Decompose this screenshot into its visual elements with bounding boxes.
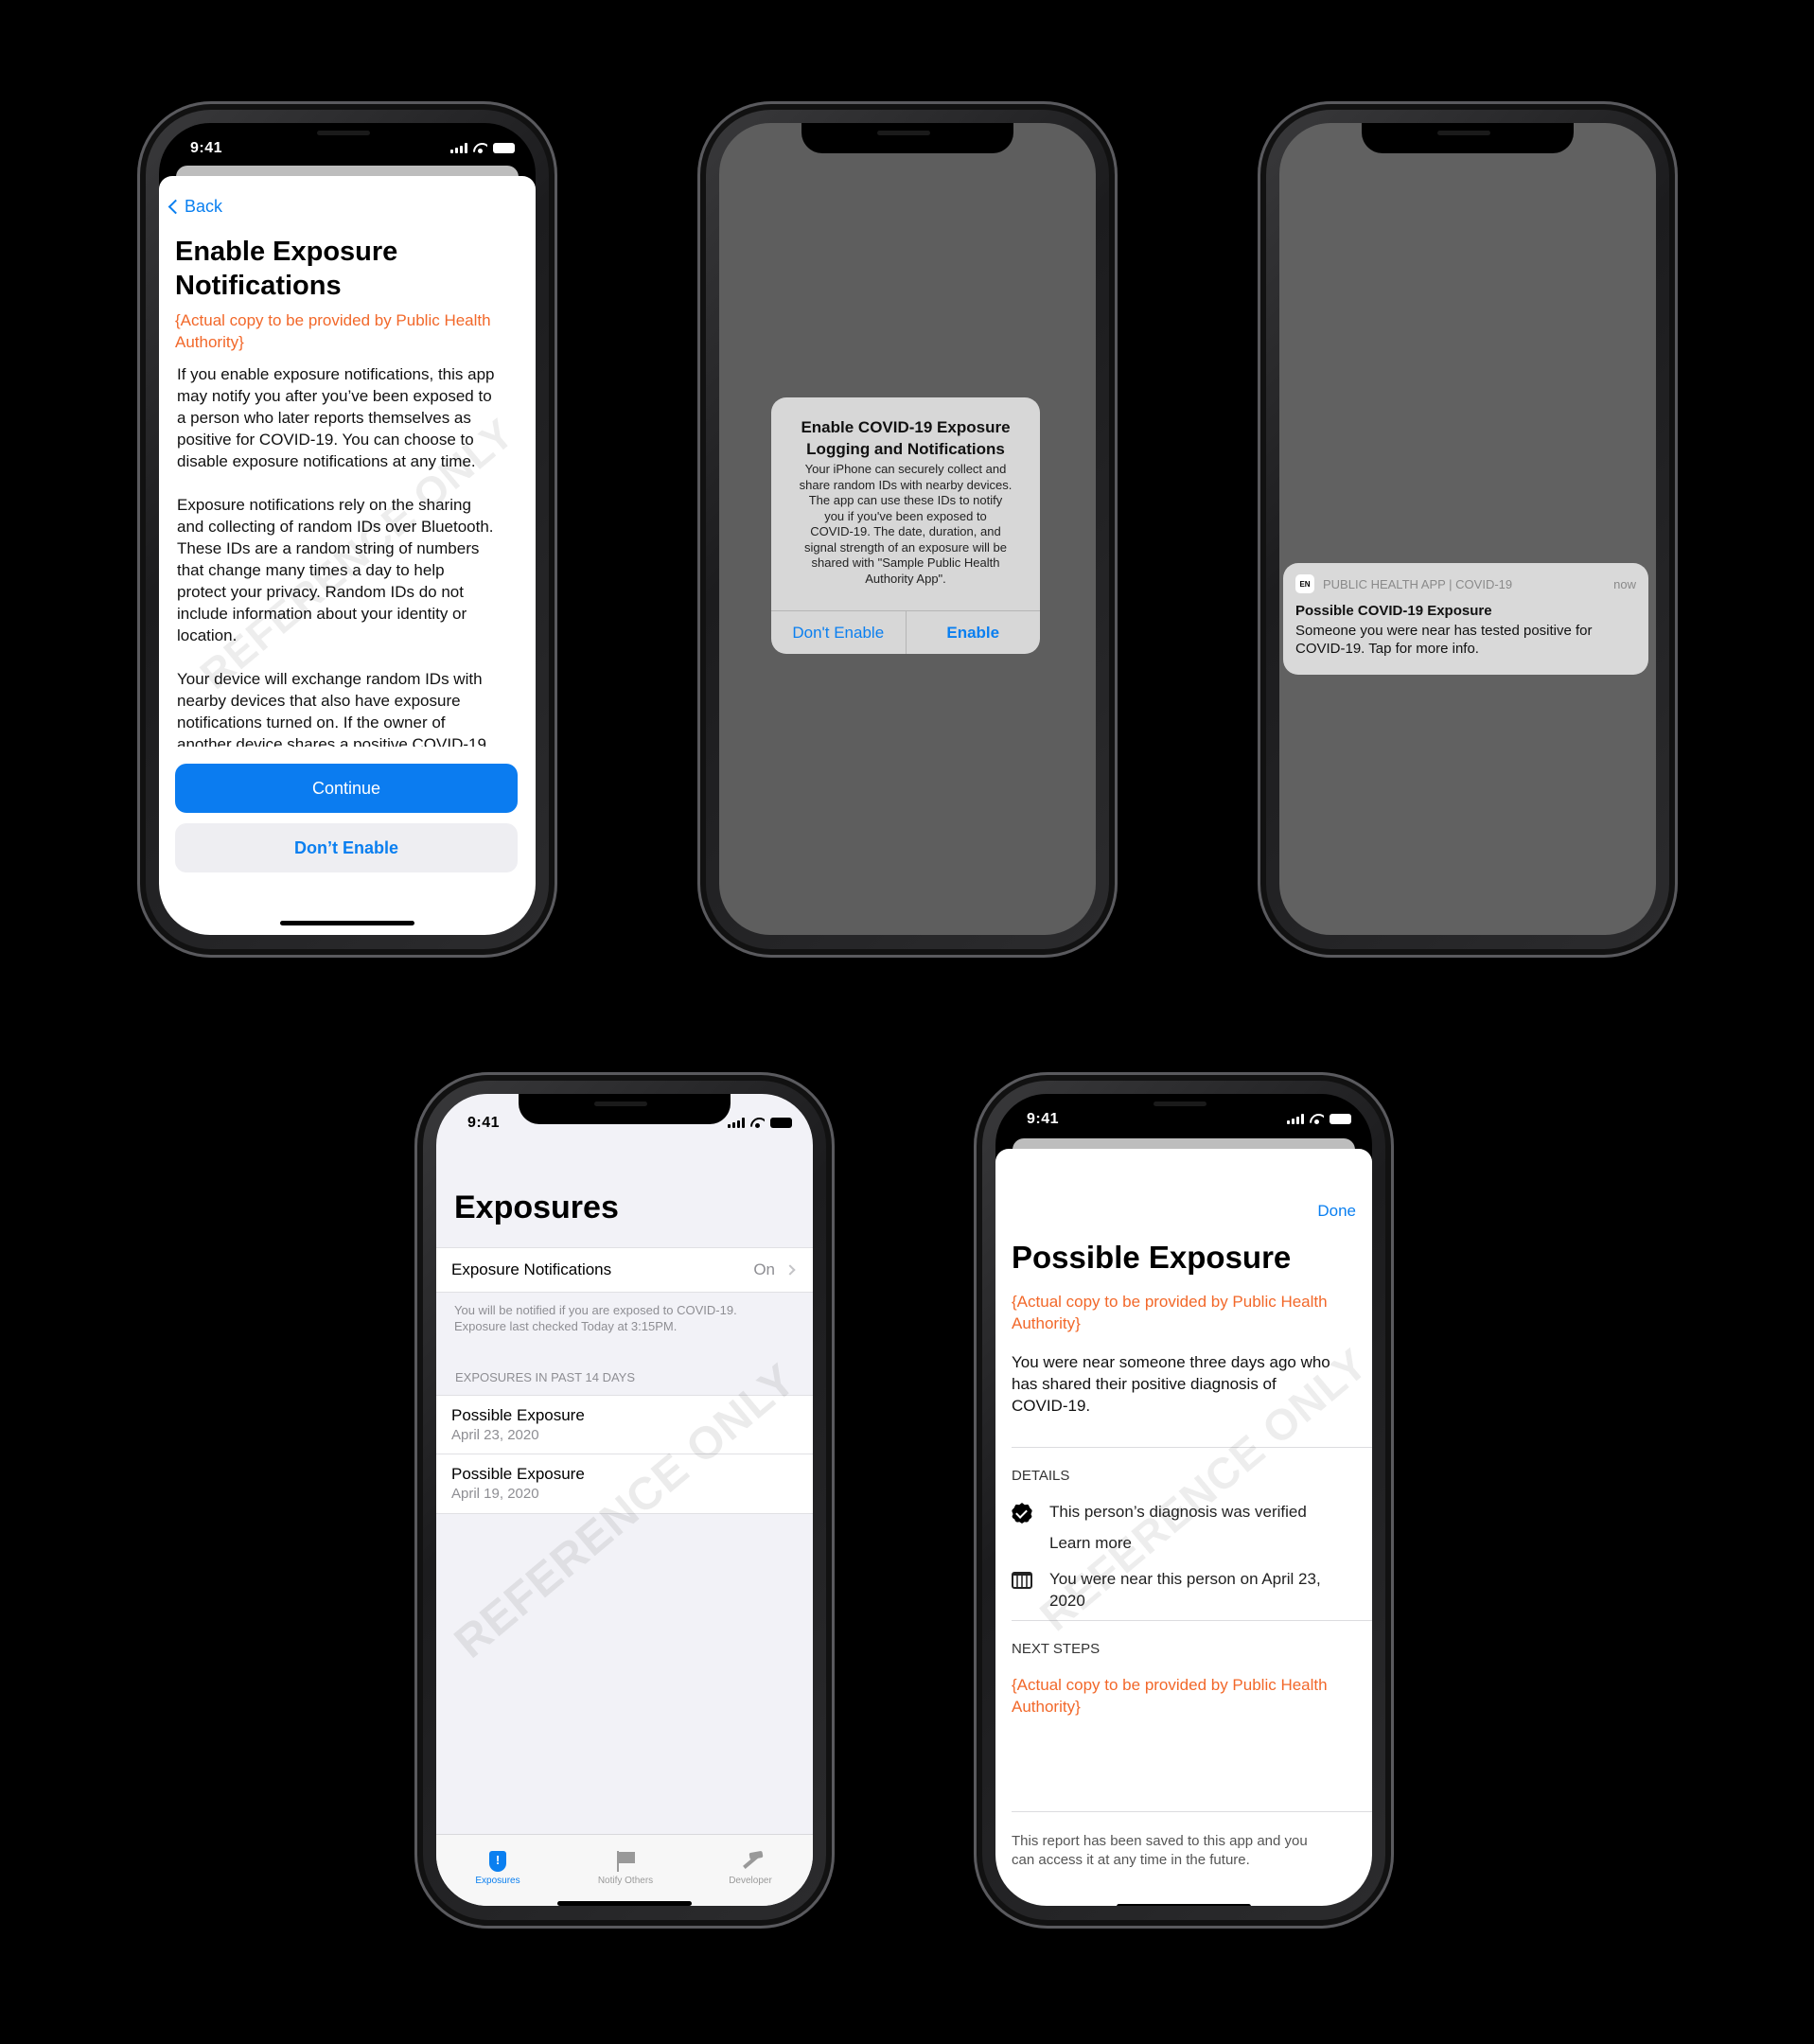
done-button[interactable]: Done [1317,1202,1356,1221]
exposure-date-text: You were near this person on April 23, 2… [1049,1570,1321,1610]
tab-bar: ! Exposures Notify Others Developer [436,1834,813,1906]
notification-app-name: PUBLIC HEALTH APP | COVID-19 [1323,576,1513,591]
status-time: 9:41 [1027,1111,1060,1127]
flag-icon [615,1851,636,1872]
verified-badge-icon [1012,1503,1032,1524]
alert-enable-button[interactable]: Enable [905,611,1041,654]
status-bar: 9:41 [436,1115,813,1136]
home-indicator[interactable] [280,921,414,925]
verified-text: This person’s diagnosis was verified [1049,1503,1307,1521]
wifi-icon [1310,1114,1324,1124]
status-bar: 9:41 [995,1111,1372,1132]
body-text[interactable]: If you enable exposure notifications, th… [177,363,527,747]
notification-time: now [1613,576,1636,591]
tab-label: Developer [729,1876,772,1886]
signal-icon [728,1118,745,1128]
placeholder-copy: {Actual copy to be provided by Public He… [1012,1293,1328,1332]
battery-icon [770,1118,792,1128]
hammer-icon [738,1851,763,1872]
status-time: 9:41 [467,1115,501,1131]
next-steps-header: NEXT STEPS [1012,1641,1101,1657]
exposure-notifications-setting-row[interactable]: Exposure Notifications On [436,1247,813,1293]
tab-developer[interactable]: Developer [698,1850,802,1886]
back-label: Back [185,197,223,216]
battery-icon [493,143,515,153]
notch [801,123,1013,153]
section-header: EXPOSURES IN PAST 14 DAYS [455,1370,636,1384]
chevron-right-icon [784,1264,796,1276]
alert-dont-enable-button[interactable]: Don't Enable [771,611,906,654]
detail-sheet: Done Possible Exposure {Actual copy to b… [995,1149,1372,1906]
alert-message: Your iPhone can securely collect and sha… [799,462,1013,586]
back-button[interactable]: Back [167,197,222,217]
phone-system-alert: Enable COVID-19 Exposure Logging and Not… [697,101,1118,958]
setting-value: On [753,1260,775,1278]
wifi-icon [750,1118,765,1128]
screen: 9:41 Done Possible Exposure {Actual copy… [995,1094,1372,1906]
divider [1012,1447,1372,1448]
notification-title: Possible COVID-19 Exposure [1295,603,1492,619]
phone-exposures-list: 9:41 Exposures Exposure Notifications On… [414,1072,835,1929]
dont-enable-button[interactable]: Don’t Enable [175,823,518,872]
signal-icon [1287,1114,1304,1124]
status-bar: 9:41 [159,140,536,161]
exposure-date: April 19, 2020 [451,1486,539,1502]
tab-label: Notify Others [597,1876,654,1886]
app-icon: EN [1295,574,1314,593]
notch [1362,123,1574,153]
setting-label: Exposure Notifications [451,1260,612,1278]
page-title: Possible Exposure [1012,1240,1292,1275]
tab-label: Exposures [475,1876,520,1886]
continue-button[interactable]: Continue [175,764,518,813]
phone-exposure-detail: 9:41 Done Possible Exposure {Actual copy… [974,1072,1394,1929]
body-text: You were near someone three days ago who… [1012,1353,1330,1415]
exposure-list-item[interactable]: Possible Exposure April 19, 2020 [436,1454,813,1514]
learn-more-link[interactable]: Learn more [1049,1532,1132,1554]
onboarding-sheet: Back Enable Exposure Notifications {Actu… [159,176,536,935]
phone-onboarding: 9:41 Back Enable Exposure Notifications … [137,101,557,958]
tab-notify-others[interactable]: Notify Others [573,1850,678,1886]
exposure-title: Possible Exposure [451,1406,585,1424]
phone-notification: EN PUBLIC HEALTH APP | COVID-19 now Poss… [1258,101,1678,958]
permission-alert: Enable COVID-19 Exposure Logging and Not… [771,397,1040,654]
exposure-list-item[interactable]: Possible Exposure April 23, 2020 [436,1395,813,1454]
battery-icon [1330,1114,1351,1124]
home-indicator[interactable] [1117,1904,1251,1906]
tab-exposures[interactable]: ! Exposures [446,1850,550,1886]
setting-footer: You will be notified if you are exposed … [454,1303,737,1333]
screen: Enable COVID-19 Exposure Logging and Not… [719,123,1096,935]
details-header: DETAILS [1012,1468,1070,1484]
notification-body: Someone you were near has tested positiv… [1295,623,1593,657]
screen: 9:41 Back Enable Exposure Notifications … [159,123,536,935]
shield-exclamation-icon: ! [489,1851,506,1872]
divider [1012,1620,1372,1621]
divider [1012,1811,1372,1812]
wifi-icon [473,143,487,153]
chevron-left-icon [167,199,184,215]
screen: EN PUBLIC HEALTH APP | COVID-19 now Poss… [1279,123,1656,935]
home-indicator[interactable] [557,1901,692,1906]
exposure-title: Possible Exposure [451,1465,585,1483]
next-steps-copy: {Actual copy to be provided by Public He… [1012,1676,1328,1716]
exposure-date: April 23, 2020 [451,1427,539,1443]
alert-title: Enable COVID-19 Exposure Logging and Not… [801,418,1011,458]
report-saved-footer: This report has been saved to this app a… [1012,1833,1308,1868]
page-title: Enable Exposure Notifications [175,237,398,301]
signal-icon [450,143,467,153]
calendar-icon [1012,1572,1032,1589]
exposure-notification[interactable]: EN PUBLIC HEALTH APP | COVID-19 now Poss… [1283,563,1648,675]
placeholder-copy: {Actual copy to be provided by Public He… [175,311,491,351]
status-time: 9:41 [190,140,223,156]
page-title: Exposures [454,1189,619,1225]
screen: 9:41 Exposures Exposure Notifications On… [436,1094,813,1906]
